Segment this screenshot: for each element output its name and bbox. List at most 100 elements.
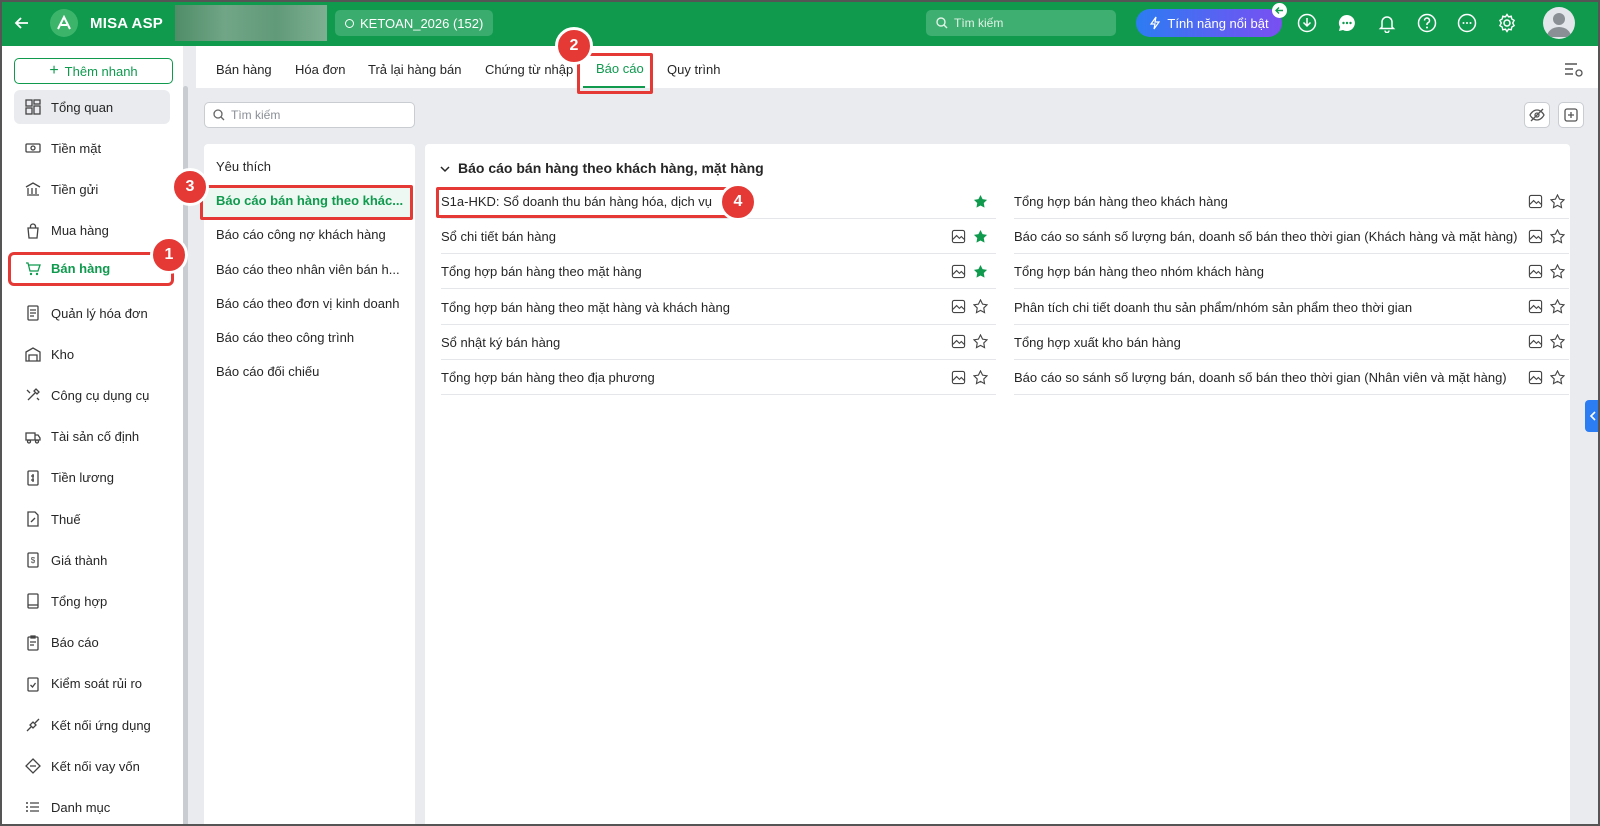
sidebar-item-cash[interactable]: Tiền mặt: [14, 131, 170, 165]
report-category-item[interactable]: Báo cáo theo công trình: [216, 330, 354, 345]
misa-logo-icon[interactable]: [50, 9, 78, 37]
preview-image-icon[interactable]: [950, 228, 966, 244]
report-row[interactable]: Sổ nhật ký bán hàng: [441, 325, 996, 360]
salary-icon: [25, 470, 41, 486]
top-search-input[interactable]: Tìm kiếm: [926, 10, 1116, 36]
back-arrow-icon[interactable]: [12, 13, 32, 33]
preview-image-icon[interactable]: [1527, 369, 1543, 385]
sidebar-item-cost[interactable]: $ Giá thành: [14, 543, 170, 577]
database-name: KETOAN_2026 (152): [360, 15, 484, 31]
sidebar-item-invoice[interactable]: Quản lý hóa đơn: [14, 296, 170, 330]
report-name[interactable]: S1a-HKD: Sổ doanh thu bán hàng hóa, dịch…: [441, 194, 712, 209]
preview-image-icon[interactable]: [1527, 263, 1543, 279]
star-outline-icon[interactable]: [1549, 193, 1565, 209]
star-filled-icon[interactable]: [972, 263, 988, 279]
report-category-item[interactable]: Báo cáo theo nhân viên bán h...: [216, 262, 400, 277]
report-name[interactable]: Tổng hợp bán hàng theo mặt hàng và khách…: [441, 300, 730, 315]
report-category-item[interactable]: Báo cáo bán hàng theo khác...: [216, 193, 404, 209]
report-category-item[interactable]: Yêu thích: [216, 159, 271, 174]
report-category-item[interactable]: Báo cáo đối chiếu: [216, 364, 319, 379]
report-name[interactable]: Tổng hợp bán hàng theo nhóm khách hàng: [1014, 264, 1264, 279]
dashboard-icon: [25, 99, 41, 115]
sidebar-item-cart[interactable]: Bán hàng: [8, 251, 174, 286]
report-name[interactable]: Tổng hợp bán hàng theo khách hàng: [1014, 194, 1228, 209]
chevron-down-icon[interactable]: [438, 162, 452, 176]
star-outline-icon[interactable]: [1549, 299, 1565, 315]
report-row[interactable]: Tổng hợp bán hàng theo mặt hàng: [441, 254, 996, 290]
star-outline-icon[interactable]: [1549, 334, 1565, 350]
sidebar-item-bag[interactable]: Mua hàng: [14, 214, 170, 248]
tab-tra-lai-hang-ban[interactable]: Trả lại hàng bán: [368, 62, 461, 77]
featured-features-button[interactable]: Tính năng nổi bật: [1136, 9, 1282, 37]
preview-image-icon[interactable]: [950, 369, 966, 385]
report-row[interactable]: Phân tích chi tiết doanh thu sản phẩm/nh…: [1014, 290, 1569, 325]
sidebar-item-warehouse[interactable]: Kho: [14, 337, 170, 371]
report-name[interactable]: Tổng hợp xuất kho bán hàng: [1014, 335, 1181, 350]
help-icon[interactable]: [1416, 12, 1438, 34]
preview-image-icon[interactable]: [1527, 299, 1543, 315]
star-outline-icon[interactable]: [1549, 369, 1565, 385]
preview-image-icon[interactable]: [950, 334, 966, 350]
report-row[interactable]: Báo cáo so sánh số lượng bán, doanh số b…: [1014, 360, 1569, 395]
panel-toggle-chevron-left-icon[interactable]: [1585, 400, 1600, 432]
quick-add-button[interactable]: + Thêm nhanh: [14, 58, 173, 84]
star-outline-icon[interactable]: [1549, 228, 1565, 244]
database-selector[interactable]: KETOAN_2026 (152): [335, 10, 494, 36]
preview-image-icon[interactable]: [1527, 228, 1543, 244]
report-search-input[interactable]: Tìm kiếm: [204, 102, 415, 128]
report-name[interactable]: Báo cáo so sánh số lượng bán, doanh số b…: [1014, 229, 1517, 244]
report-row[interactable]: Tổng hợp xuất kho bán hàng: [1014, 325, 1569, 360]
hide-icon[interactable]: [1524, 102, 1550, 128]
download-icon[interactable]: [1296, 12, 1318, 34]
sidebar-item-report[interactable]: Báo cáo: [14, 626, 170, 660]
sidebar-item-tax[interactable]: Thuế: [14, 502, 170, 536]
tab-ban-hang[interactable]: Bán hàng: [216, 62, 272, 77]
star-outline-icon[interactable]: [972, 334, 988, 350]
tab-quy-trinh[interactable]: Quy trình: [667, 62, 720, 77]
top-search-placeholder: Tìm kiếm: [954, 16, 1004, 30]
report-name[interactable]: Tổng hợp bán hàng theo địa phương: [441, 370, 655, 385]
tab-hoa-don[interactable]: Hóa đơn: [295, 62, 345, 77]
report-category-item[interactable]: Báo cáo theo đơn vị kinh doanh: [216, 296, 399, 311]
sidebar-item-book[interactable]: Tổng hợp: [14, 584, 170, 618]
star-outline-icon[interactable]: [972, 369, 988, 385]
report-row[interactable]: Tổng hợp bán hàng theo khách hàng: [1014, 184, 1569, 219]
report-category-item[interactable]: Báo cáo công nợ khách hàng: [216, 227, 386, 242]
more-icon[interactable]: [1456, 12, 1478, 34]
chat-icon[interactable]: [1336, 12, 1358, 34]
report-row[interactable]: Sổ chi tiết bán hàng: [441, 219, 996, 255]
sidebar-item-loan[interactable]: Kết nối vay vốn: [14, 749, 170, 783]
add-report-icon[interactable]: [1558, 102, 1584, 128]
report-name[interactable]: Phân tích chi tiết doanh thu sản phẩm/nh…: [1014, 300, 1412, 315]
report-name[interactable]: Báo cáo so sánh số lượng bán, doanh số b…: [1014, 370, 1507, 385]
report-group-title[interactable]: Báo cáo bán hàng theo khách hàng, mặt hà…: [458, 160, 764, 176]
star-outline-icon[interactable]: [972, 299, 988, 315]
star-filled-icon[interactable]: [972, 193, 988, 209]
report-row[interactable]: Tổng hợp bán hàng theo mặt hàng và khách…: [441, 290, 996, 325]
report-name[interactable]: Sổ chi tiết bán hàng: [441, 229, 556, 244]
report-row[interactable]: Tổng hợp bán hàng theo nhóm khách hàng: [1014, 254, 1569, 290]
sidebar-item-risk[interactable]: Kiểm soát rủi ro: [14, 667, 170, 701]
user-avatar[interactable]: [1543, 7, 1575, 39]
preview-image-icon[interactable]: [950, 263, 966, 279]
sidebar-item-salary[interactable]: Tiền lương: [14, 461, 170, 495]
star-outline-icon[interactable]: [1549, 263, 1565, 279]
report-name[interactable]: Tổng hợp bán hàng theo mặt hàng: [441, 264, 642, 279]
star-filled-icon[interactable]: [972, 228, 988, 244]
bell-icon[interactable]: [1376, 12, 1398, 34]
sidebar-item-truck[interactable]: Tài sản cố định: [14, 420, 170, 454]
report-row[interactable]: Báo cáo so sánh số lượng bán, doanh số b…: [1014, 219, 1569, 255]
sidebar-item-tools[interactable]: Công cụ dụng cụ: [14, 378, 170, 412]
gear-icon[interactable]: [1496, 12, 1518, 34]
column-settings-icon[interactable]: [1564, 61, 1584, 79]
sidebar-item-list[interactable]: Danh mục: [14, 790, 170, 824]
preview-image-icon[interactable]: [1527, 193, 1543, 209]
sidebar-item-dashboard[interactable]: Tổng quan: [14, 90, 170, 124]
sidebar-item-plug[interactable]: Kết nối ứng dụng: [14, 708, 170, 742]
preview-image-icon[interactable]: [950, 299, 966, 315]
sidebar-item-bank[interactable]: Tiền gửi: [14, 172, 170, 206]
report-name[interactable]: Sổ nhật ký bán hàng: [441, 335, 560, 350]
report-row[interactable]: Tổng hợp bán hàng theo địa phương: [441, 360, 996, 395]
preview-image-icon[interactable]: [1527, 334, 1543, 350]
tab-chung-tu-nhap[interactable]: Chứng từ nhập: [485, 62, 573, 77]
